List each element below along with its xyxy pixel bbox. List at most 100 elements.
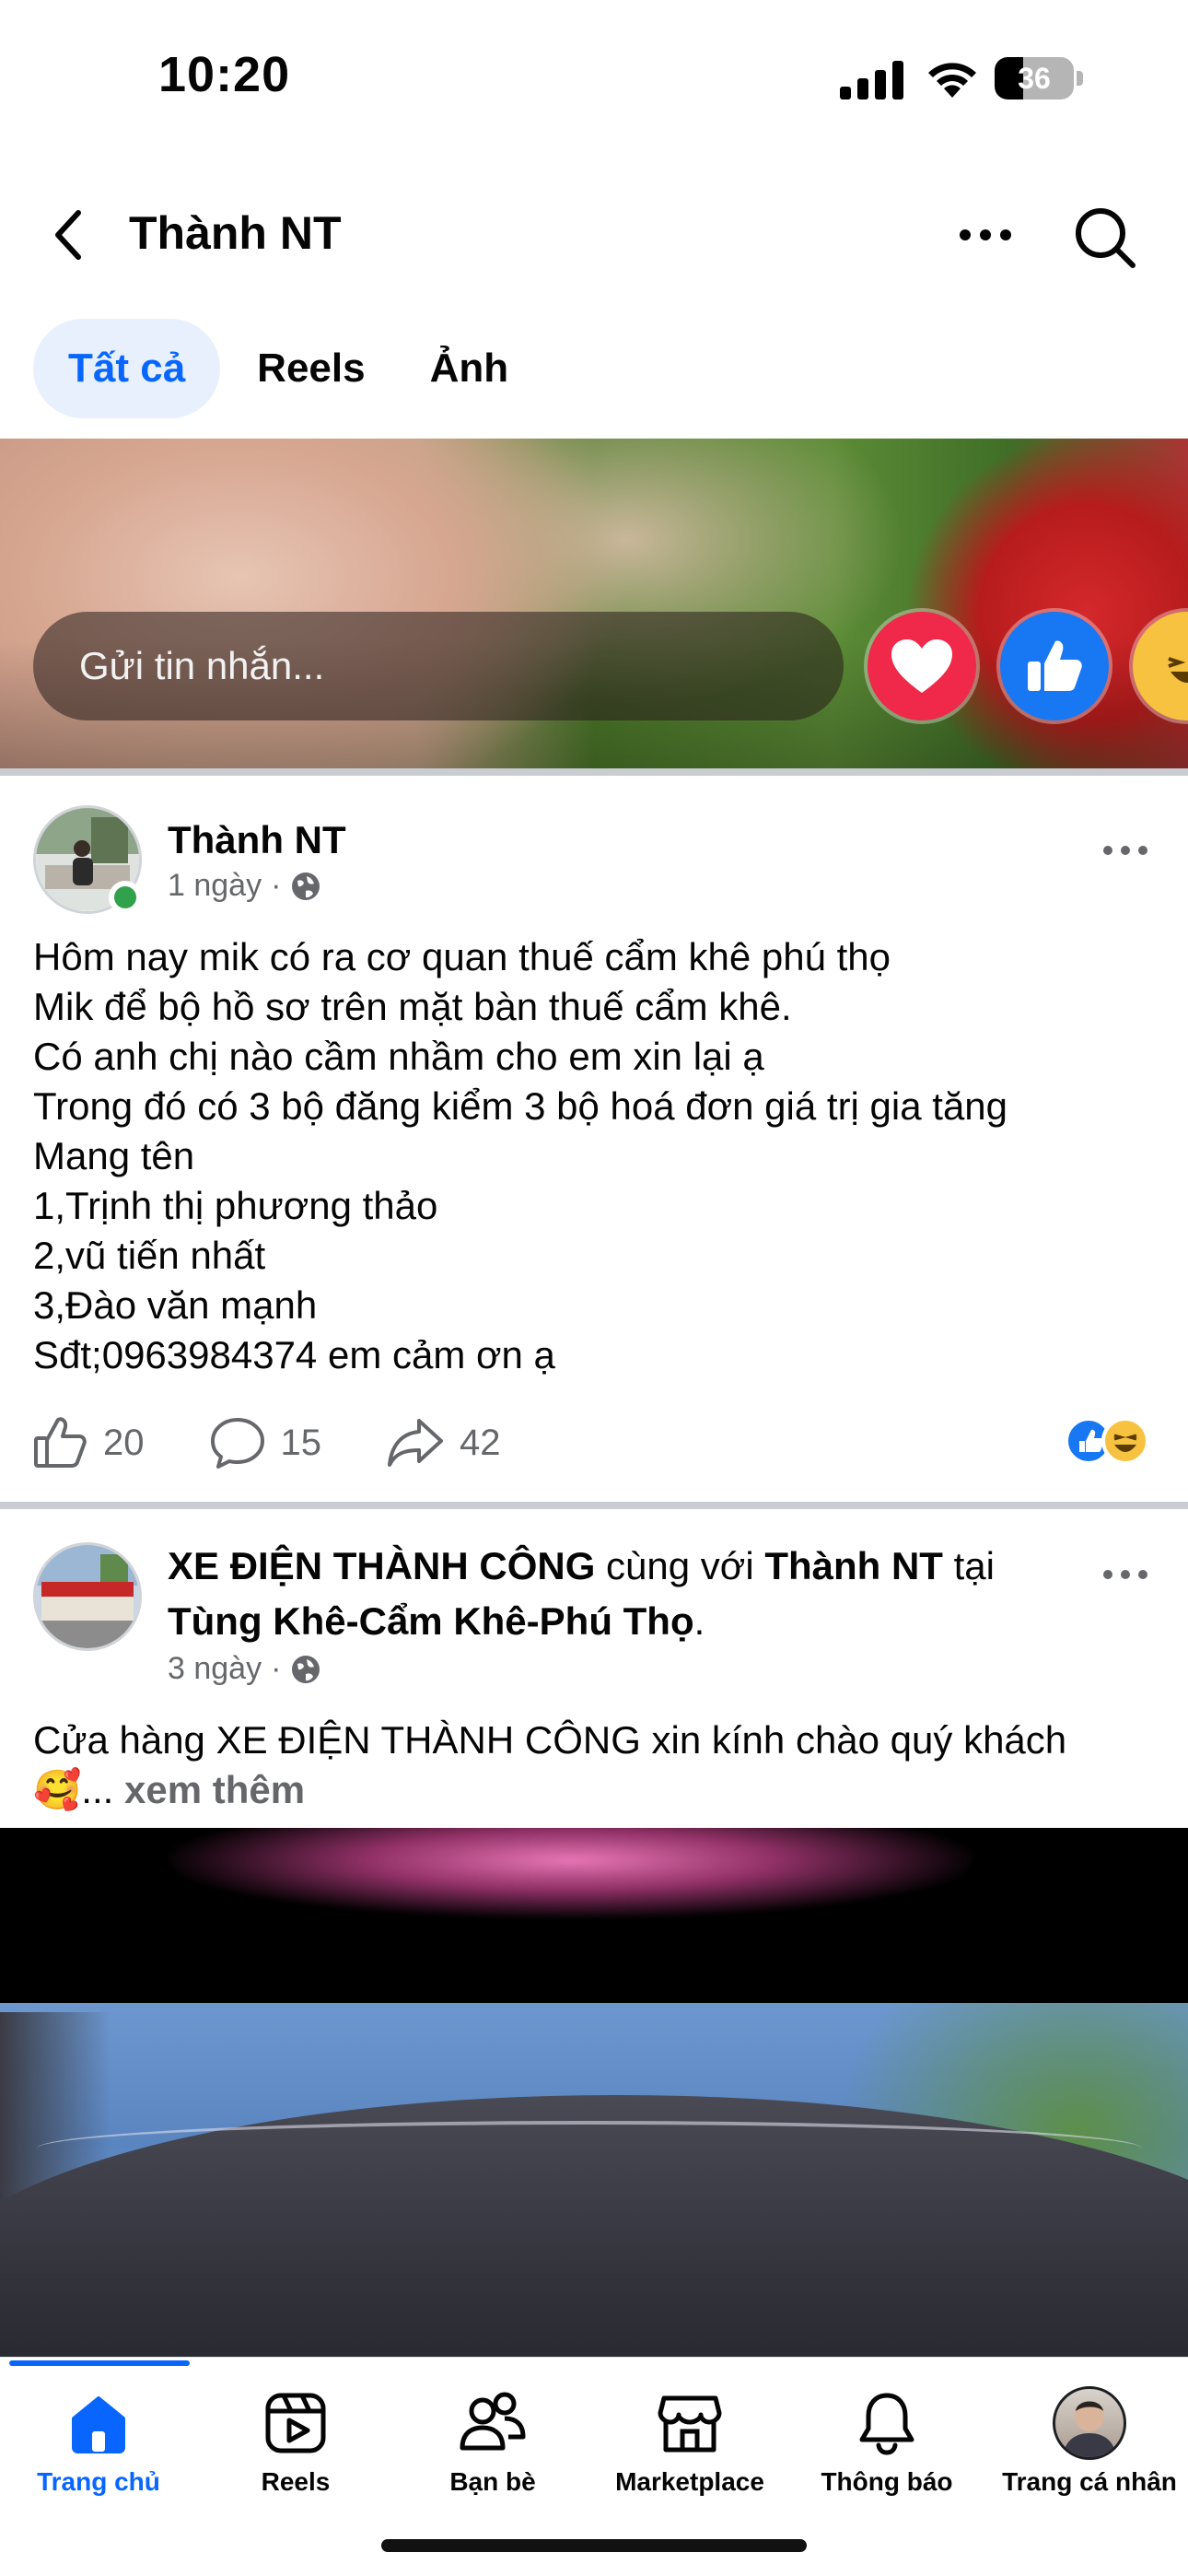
share-icon (388, 1419, 443, 1467)
status-time: 10:20 (158, 47, 291, 102)
home-indicator[interactable] (381, 2539, 807, 2552)
profile-header: Thành NT (0, 184, 1188, 286)
more-horizontal-icon (1103, 1570, 1147, 1579)
post-text-line: Hôm nay mik có ra cơ quan thuế cẩm khê p… (33, 935, 891, 978)
search-button[interactable] (1068, 201, 1142, 275)
active-tab-indicator (9, 2360, 190, 2366)
comment-button[interactable]: 15 (209, 1416, 322, 1469)
post-text-line: 3,Đào văn mạnh (33, 1283, 318, 1327)
post-time[interactable]: 1 ngày (168, 868, 262, 904)
nav-label: Thông báo (821, 2467, 953, 2496)
like-button[interactable]: 20 (33, 1416, 145, 1469)
location-link[interactable]: Tùng Khê-Cẩm Khê-Phú Thọ (168, 1599, 694, 1643)
story-preview[interactable]: Gửi tin nhắn... (0, 439, 1188, 768)
tagged-user-link[interactable]: Thành NT (764, 1544, 943, 1587)
cellular-signal-icon (840, 61, 903, 100)
reaction-summary-icons[interactable] (1063, 1415, 1155, 1467)
like-icon (1028, 640, 1082, 691)
back-button[interactable] (37, 203, 101, 267)
post-meta: 3 ngày · (168, 1651, 321, 1687)
meta-separator: · (271, 868, 282, 903)
share-count: 42 (460, 1422, 501, 1463)
video-neon-sign (157, 1828, 985, 1920)
status-bar: 10:20 36 (0, 0, 1188, 157)
thumbs-up-icon (34, 1417, 87, 1468)
post-card: Thành NT 1 ngày · Hôm nay mik có ra cơ q… (0, 776, 1188, 1502)
heart-icon (891, 639, 952, 693)
nav-label: Reels (261, 2467, 331, 2496)
comment-count: 15 (280, 1422, 322, 1463)
send-message-placeholder: Gửi tin nhắn... (79, 644, 325, 687)
post-card: XE ĐIỆN THÀNH CÔNG cùng với Thành NT tại… (0, 1509, 1188, 1828)
post-text-line: Mang tên (33, 1134, 195, 1177)
post-text-line: Mik để bộ hồ sơ trên mặt bàn thuế cẩm kh… (33, 985, 792, 1028)
section-divider (0, 768, 1188, 776)
post-video[interactable] (0, 1828, 1188, 2357)
nav-label: Trang cá nhân (1002, 2467, 1177, 2496)
friends-icon (460, 2392, 526, 2451)
globe-icon (292, 872, 320, 900)
home-icon (72, 2396, 125, 2453)
more-horizontal-icon (960, 229, 1011, 240)
nav-profile[interactable]: Trang cá nhân (991, 2386, 1188, 2506)
emoji: 🥰 (33, 1768, 82, 1811)
heart-reaction-button[interactable] (868, 612, 976, 720)
post-actions: 20 15 42 (33, 1406, 565, 1480)
comment-icon (210, 1418, 264, 1469)
post-text: Hôm nay mik có ra cơ quan thuế cẩm khê p… (33, 932, 1157, 1380)
marketplace-icon (658, 2395, 722, 2453)
nav-friends[interactable]: Bạn bè (394, 2386, 591, 2506)
post-time[interactable]: 3 ngày (168, 1651, 262, 1687)
tab-all[interactable]: Tất cả (33, 319, 221, 418)
content-tabs: Tất cả Reels Ảnh (33, 319, 536, 418)
ellipsis: ... (81, 1768, 124, 1811)
nav-label: Bạn bè (449, 2467, 536, 2496)
post-header-text: XE ĐIỆN THÀNH CÔNG cùng với Thành NT tại… (168, 1539, 1052, 1649)
battery-percentage: 36 (1018, 62, 1051, 95)
chevron-left-icon (55, 210, 81, 260)
page-title: Thành NT (129, 207, 342, 259)
post-author-name[interactable]: Thành NT (168, 818, 346, 862)
post-meta: 1 ngày · (168, 868, 321, 904)
post-text-line: 🥰... xem thêm (33, 1765, 1157, 1815)
more-options-button[interactable] (949, 203, 1022, 267)
nav-notifications[interactable]: Thông báo (788, 2386, 985, 2506)
bell-icon (859, 2393, 914, 2455)
meta-separator: · (271, 1651, 282, 1686)
profile-avatar (1053, 2386, 1126, 2460)
share-button[interactable]: 42 (386, 1417, 501, 1469)
nav-label: Trang chủ (37, 2467, 160, 2496)
nav-reels[interactable]: Reels (197, 2386, 394, 2506)
section-divider (0, 1502, 1188, 1509)
page-avatar[interactable] (33, 1542, 142, 1651)
nav-label: Marketplace (615, 2467, 764, 2496)
like-reaction-button[interactable] (1000, 612, 1109, 720)
see-more-link[interactable]: xem thêm (124, 1768, 305, 1811)
online-status-dot (109, 881, 142, 914)
post-text-line: Có anh chị nào cầm nhầm cho em xin lại ạ (33, 1035, 764, 1078)
send-message-input[interactable]: Gửi tin nhắn... (33, 612, 844, 720)
tab-photos[interactable]: Ảnh (402, 319, 537, 418)
nav-marketplace[interactable]: Marketplace (591, 2386, 788, 2506)
post-text-line: 1,Trịnh thị phương thảo (33, 1184, 438, 1227)
like-count: 20 (103, 1422, 145, 1463)
post-text-line: Cửa hàng XE ĐIỆN THÀNH CÔNG xin kính chà… (33, 1718, 1067, 1762)
location-period: . (693, 1599, 705, 1643)
avatar-photo (36, 1545, 139, 1648)
tab-reels[interactable]: Reels (229, 319, 392, 418)
globe-icon (292, 1655, 320, 1683)
post-more-button[interactable] (1087, 1551, 1164, 1598)
search-icon (1076, 208, 1136, 268)
post-text-line: Sđt;0963984374 em cảm ơn ạ (33, 1333, 555, 1376)
post-text-line: Trong đó có 3 bộ đăng kiểm 3 bộ hoá đơn … (33, 1084, 1008, 1128)
battery-icon: 36 (995, 57, 1083, 100)
nav-home[interactable]: Trang chủ (0, 2386, 197, 2506)
more-horizontal-icon (1103, 846, 1147, 855)
wifi-icon (928, 63, 976, 98)
at-text: tại (942, 1544, 995, 1587)
with-text: cùng với (595, 1544, 765, 1587)
reels-icon (265, 2393, 326, 2453)
haha-icon (1168, 657, 1188, 683)
post-more-button[interactable] (1087, 827, 1164, 873)
page-name-link[interactable]: XE ĐIỆN THÀNH CÔNG (168, 1544, 595, 1587)
